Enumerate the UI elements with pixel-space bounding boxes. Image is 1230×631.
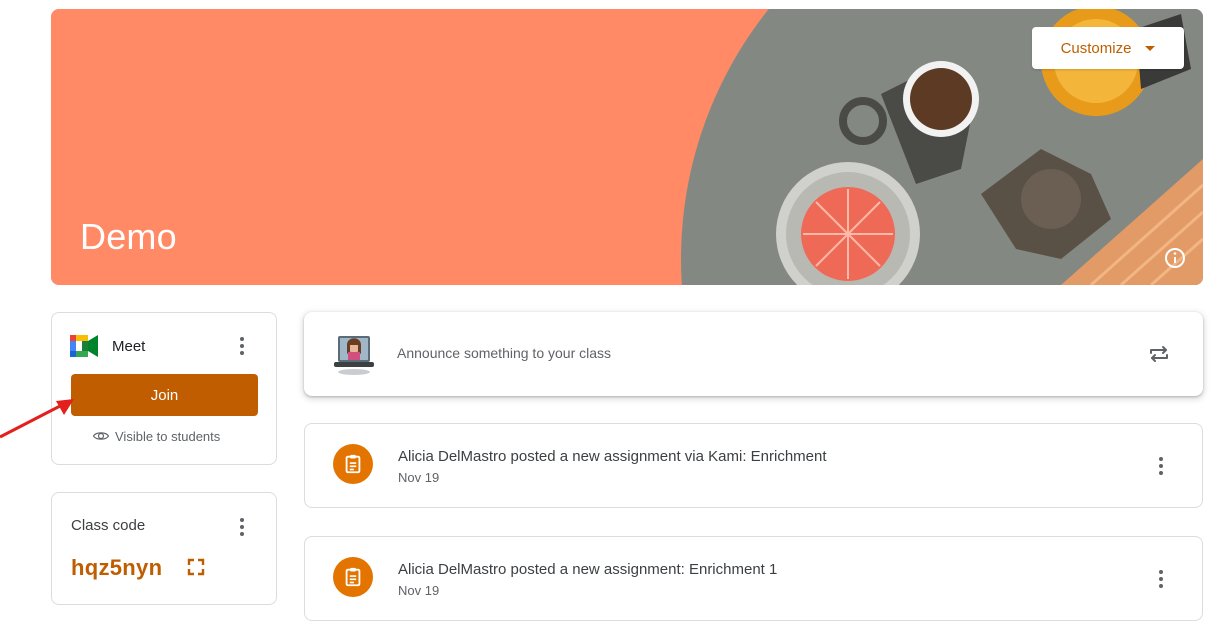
stream-post[interactable]: Alicia DelMastro posted a new assignment… <box>304 423 1203 508</box>
class-banner: Demo Customize <box>51 9 1203 285</box>
class-code-label: Class code <box>71 517 146 534</box>
meet-header: Meet <box>70 335 145 357</box>
class-code-value: hqz5nyn <box>71 555 163 580</box>
join-button[interactable]: Join <box>71 374 258 416</box>
eye-icon <box>92 432 110 440</box>
repost-icon[interactable] <box>1147 342 1171 366</box>
fullscreen-icon[interactable] <box>186 557 206 577</box>
teacher-avatar <box>334 336 374 375</box>
annotation-arrow-icon <box>0 399 74 439</box>
post-more-vert-icon[interactable] <box>1151 454 1171 478</box>
stream-post[interactable]: Alicia DelMastro posted a new assignment… <box>304 536 1203 621</box>
assignment-icon <box>333 557 373 597</box>
announce-box[interactable]: Announce something to your class <box>304 312 1203 396</box>
announce-placeholder: Announce something to your class <box>397 345 612 361</box>
info-icon[interactable] <box>1163 246 1187 270</box>
class-title: Demo <box>80 216 177 257</box>
post-date: Nov 19 <box>398 583 440 598</box>
coffee-table-illustration <box>51 9 1203 285</box>
class-code-more-vert-icon[interactable] <box>232 515 252 539</box>
post-date: Nov 19 <box>398 470 440 485</box>
visibility-note: Visible to students <box>92 427 220 445</box>
meet-label: Meet <box>112 337 146 355</box>
post-more-vert-icon[interactable] <box>1151 567 1171 591</box>
meet-more-vert-icon[interactable] <box>232 334 252 358</box>
customize-button[interactable]: Customize <box>1032 27 1184 69</box>
post-title: Alicia DelMastro posted a new assignment… <box>398 561 778 578</box>
customize-label: Customize <box>1060 39 1132 57</box>
class-code-card: Class code hqz5nyn <box>51 492 277 605</box>
caret-down-icon <box>1145 45 1156 51</box>
meet-card: Meet Join Visible to students <box>51 312 277 465</box>
visibility-text: Visible to students <box>115 428 221 444</box>
post-title: Alicia DelMastro posted a new assignment… <box>398 448 827 465</box>
assignment-icon <box>333 444 373 484</box>
google-meet-logo <box>70 335 98 357</box>
